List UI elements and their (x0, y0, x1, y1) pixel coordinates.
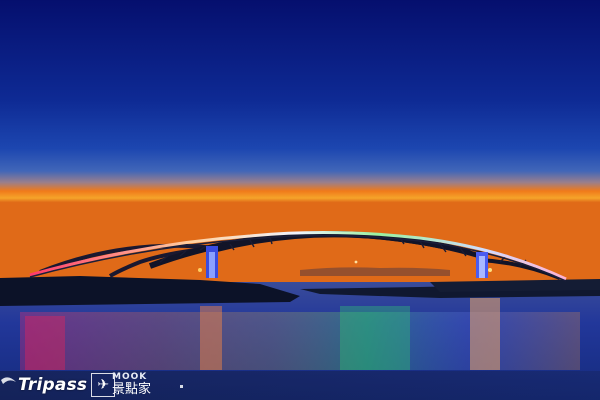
bridge-sunset-photo (0, 0, 600, 400)
sky (0, 0, 600, 285)
photo-scene: Tripass ✈ MOOK 景點家 (0, 0, 600, 400)
swoosh-icon (1, 377, 16, 384)
horizon-cloud (300, 267, 450, 276)
watermark-dot (180, 385, 183, 388)
partner-top-text: MOOK (112, 372, 148, 382)
partner-bottom-text: 景點家 (112, 382, 152, 397)
distant-light (354, 260, 358, 264)
brand-logo-text: Tripass (18, 375, 88, 395)
watermark-partner: MOOK 景點家 (112, 372, 168, 399)
watermark-brand: Tripass ✈ (18, 373, 116, 397)
